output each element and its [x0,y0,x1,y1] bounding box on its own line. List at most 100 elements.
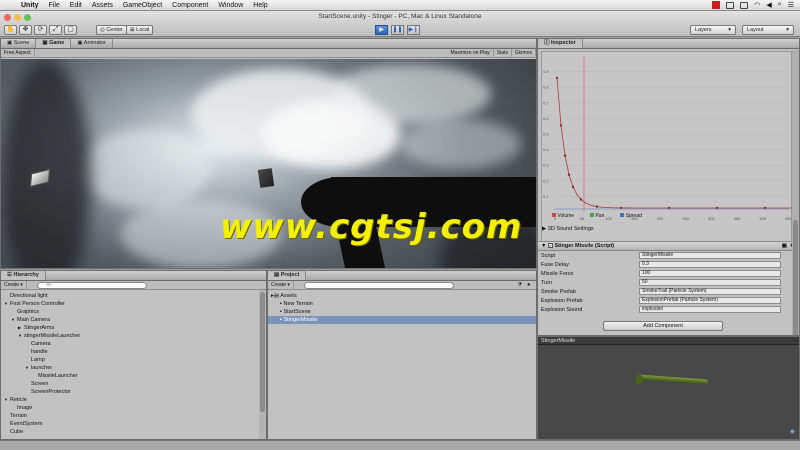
rect-tool-button[interactable]: ▢ [64,25,77,35]
missile-model[interactable] [637,374,709,385]
layers-dropdown[interactable]: Layers ▾ [690,25,736,35]
curve-tab-pan[interactable]: Pan [590,213,604,219]
hierarchy-item[interactable]: ScreenProtector [1,388,266,396]
maximize-on-play-toggle[interactable]: Maximize on Play [447,48,494,58]
tab-hierarchy[interactable]: ☰ Hierarchy [1,271,46,280]
list-icon[interactable]: ☰ [788,1,794,9]
hierarchy-create-button[interactable]: Create ▾ [1,280,27,290]
space-toggle[interactable]: ⊞ Local [126,25,154,35]
volume-icon[interactable]: ◀ [766,1,771,9]
help-icon[interactable]: ▣ [782,242,787,251]
menu-edit[interactable]: Edit [65,2,87,9]
project-item[interactable]: ▪ StartScene [268,308,536,316]
hierarchy-item[interactable]: Cube [1,428,266,436]
project-item[interactable]: ▪ StingerMissile [268,316,536,324]
wifi-icon[interactable]: ◠ [754,1,760,9]
move-tool-button[interactable]: ✥ [19,25,32,35]
hierarchy-item[interactable]: ▼ First Person Controller [1,300,266,308]
hierarchy-item[interactable]: ▼ Main Camera [1,316,266,324]
search-icon[interactable]: ⌕ [778,1,782,9]
hierarchy-item[interactable]: handle [1,348,266,356]
inspector-scrollbar[interactable] [792,50,799,335]
hand-tool-button[interactable]: ✋ [4,25,17,35]
hierarchy-item[interactable]: Terrain [1,412,266,420]
hierarchy-search-input[interactable]: All [37,282,147,289]
cloud-shape [331,64,491,124]
hierarchy-item-label: Lamp [31,357,45,363]
curve-key-point[interactable] [579,198,583,201]
step-button[interactable]: ▶❙ [407,25,420,35]
menu-unity[interactable]: Unity [16,2,44,9]
hierarchy-item[interactable]: ▶ StingerArms [1,324,266,332]
gizmos-toggle[interactable]: Gizmos [512,48,536,58]
explosion-sound-field[interactable]: explosion [639,306,781,313]
checkbox-enabled[interactable]: ✓ [547,243,553,249]
smoke-prefab-field[interactable]: SmokeTrail (Particle System) [639,288,781,295]
missile-force-input[interactable]: 100 [639,270,781,277]
hierarchy-item[interactable]: ▼ Reticle [1,396,266,404]
hierarchy-item[interactable]: Lamp [1,356,266,364]
curve-tab-spread[interactable]: Spread [620,213,642,219]
record-icon[interactable] [712,1,721,9]
scrollbar-thumb[interactable] [793,220,798,335]
component-header[interactable]: ▼ ✓ Stinger Missile (Script) ▣ ⚙ [538,241,799,251]
hierarchy-item[interactable]: ▼ launcher [1,364,266,372]
curve-key-point[interactable] [567,173,571,176]
layout-dropdown[interactable]: Layout ▾ [742,25,794,35]
preview-settings-icon[interactable]: ◉ [790,428,795,435]
project-tabbar: ▤ Project [268,271,536,281]
curve-key-point[interactable] [555,76,559,80]
hierarchy-item[interactable]: Screen [1,380,266,388]
script-field[interactable]: StingerMissile [639,252,781,259]
sound-settings-foldout[interactable]: ▶ 3D Sound Settings [542,226,594,232]
curve-tab-volume[interactable]: Volume [552,213,574,219]
rotate-tool-button[interactable]: ⟳ [34,25,47,35]
menu-component[interactable]: Component [167,2,213,9]
hierarchy-item[interactable]: Camera [1,340,266,348]
hierarchy-item[interactable]: Graphics [1,308,266,316]
scrollbar-thumb[interactable] [260,292,265,412]
aspect-dropdown[interactable]: Free Aspect [1,48,35,58]
hierarchy-item[interactable]: EventSystem [1,420,266,428]
hierarchy-item[interactable]: Image [1,404,266,412]
screen-icon[interactable] [726,1,735,9]
menu-file[interactable]: File [44,2,65,9]
info-icon: ⓘ [544,40,552,46]
hierarchy-item[interactable]: Directional light [1,292,266,300]
project-item[interactable]: ▪ New Terrain [268,300,536,308]
curve-key-point[interactable] [595,205,599,208]
scale-tool-button[interactable]: ⤢ [49,25,62,35]
curve-key-point[interactable] [571,185,575,189]
curve-key-point[interactable] [563,154,567,157]
explosion-prefab-field[interactable]: ExplosionPrefab (Particle System) [639,297,781,304]
foldout-arrow-icon: ▼ [541,243,548,249]
battery-icon[interactable] [740,1,749,9]
tab-inspector[interactable]: ⓘ Inspector [538,39,583,48]
add-component-button[interactable]: Add Component [603,321,723,331]
volume-rolloff-curve[interactable] [556,77,793,209]
tab-game[interactable]: ▣ Game [36,39,72,48]
menu-window[interactable]: Window [213,2,248,9]
pause-button[interactable]: ❚❚ [391,25,404,35]
turn-input[interactable]: 50 [639,279,781,286]
pivot-toggle[interactable]: ◎ Center [96,25,127,35]
fuse-delay-input[interactable]: 0.3 [639,261,781,268]
menu-gameobject[interactable]: GameObject [118,2,167,9]
hierarchy-item[interactable]: MissileLauncher [1,372,266,380]
filter-icon[interactable]: ⧩ [518,282,522,288]
star-icon[interactable]: ★ [527,282,531,288]
hierarchy-item[interactable]: ▼ stingerMissileLauncher [1,332,266,340]
project-create-button[interactable]: Create ▾ [268,280,294,290]
preview-panel: StingerMissile ◉ [537,336,800,440]
stats-toggle[interactable]: Stats [494,48,513,58]
menu-help[interactable]: Help [248,2,272,9]
tab-scene[interactable]: ▣ Scene [1,39,37,48]
project-search-input[interactable] [304,282,454,289]
curve-key-point[interactable] [559,124,563,127]
play-button[interactable]: ▶ [375,25,388,35]
tab-project[interactable]: ▤ Project [268,271,307,280]
menu-assets[interactable]: Assets [87,2,118,9]
tab-animator[interactable]: ▣ Animator [71,39,113,48]
hierarchy-scrollbar[interactable] [259,290,266,439]
project-item[interactable]: ▸▤ Assets [268,292,536,300]
